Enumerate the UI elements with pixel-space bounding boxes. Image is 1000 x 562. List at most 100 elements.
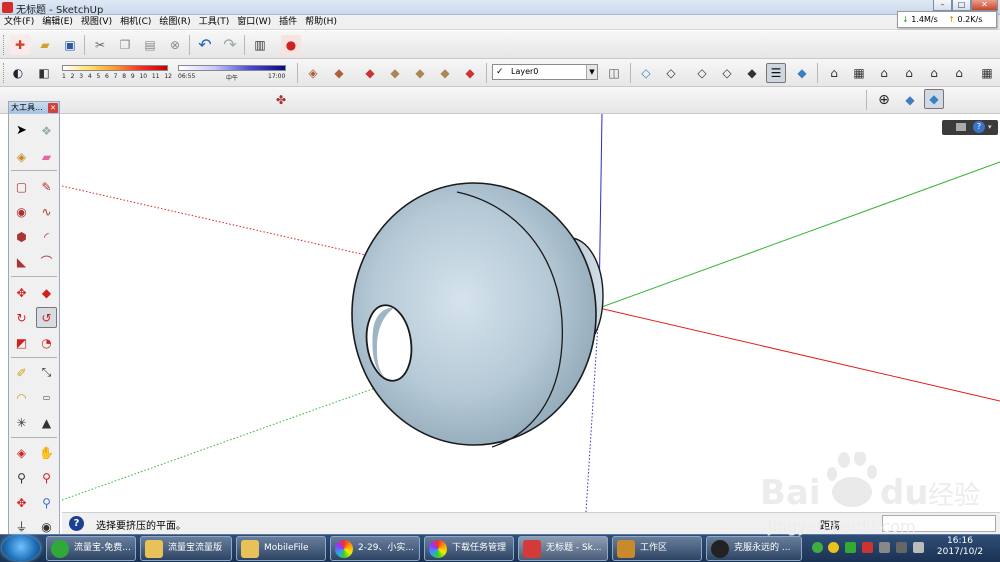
taskbar-item[interactable]: 2-29、小实... <box>330 536 420 561</box>
redo-icon[interactable]: ↷ <box>220 35 240 55</box>
print-icon[interactable]: ▥ <box>250 35 270 55</box>
menu-file[interactable]: 文件(F) <box>0 15 38 30</box>
menu-tools[interactable]: 工具(T) <box>195 15 234 30</box>
toolbar-grip[interactable] <box>3 35 6 55</box>
rectangle-tool-icon[interactable]: ▢ <box>11 176 32 197</box>
instructor-icon[interactable] <box>956 123 966 131</box>
xray-style-icon[interactable]: ◇ <box>636 63 656 83</box>
add-detail-icon[interactable]: ◆ <box>435 63 455 83</box>
menu-draw[interactable]: 绘图(R) <box>155 15 194 30</box>
help-icon[interactable]: ? <box>973 121 985 133</box>
text-tool-icon[interactable]: ▭ <box>36 387 57 408</box>
push-pull-tool-icon[interactable]: ◆ <box>36 282 57 303</box>
instructor-help-icon[interactable]: ? <box>69 516 84 531</box>
drape-icon[interactable]: ◆ <box>410 63 430 83</box>
shaded-textures-style-icon[interactable]: ☰ <box>766 63 786 83</box>
tray-network-icon[interactable] <box>879 542 890 553</box>
tray-shield-icon[interactable] <box>845 542 856 553</box>
offset-tool-icon[interactable]: ◔ <box>36 332 57 353</box>
axes-tool-icon[interactable]: ✳ <box>11 412 32 433</box>
start-button[interactable] <box>2 535 40 561</box>
new-file-icon[interactable]: ✚ <box>10 35 30 55</box>
circle-tool-icon[interactable]: ◉ <box>11 201 32 222</box>
walk-icon[interactable]: ◆ <box>900 90 920 110</box>
shadow-month-slider[interactable] <box>62 65 168 71</box>
right-view-icon[interactable]: ⌂ <box>899 63 919 83</box>
paste-icon[interactable]: ▤ <box>140 35 160 55</box>
minimize-button[interactable]: – <box>933 0 952 11</box>
freehand-tool-icon[interactable]: ∿ <box>36 201 57 222</box>
orbit-tool-icon[interactable]: ◈ <box>11 442 32 463</box>
zoom-extents-icon[interactable]: ✥ <box>11 492 32 513</box>
menu-edit[interactable]: 编辑(E) <box>38 15 77 30</box>
open-folder-icon[interactable]: ▰ <box>35 35 55 55</box>
zoom-tool-icon[interactable]: ⚲ <box>11 467 32 488</box>
follow-me-tool-icon[interactable]: ↺ <box>36 307 57 328</box>
bottom-view-icon[interactable]: ▦ <box>977 63 997 83</box>
two-point-arc-icon[interactable]: ⌒ <box>36 251 57 272</box>
tray-security-icon[interactable] <box>862 542 873 553</box>
taskbar-item[interactable]: 无标题 - Sk... <box>518 536 608 561</box>
hidden-line-style-icon[interactable]: ◇ <box>717 63 737 83</box>
taskbar-item[interactable]: MobileFile <box>236 536 326 561</box>
chevron-down-icon[interactable]: ▾ <box>988 123 992 131</box>
left-view-icon[interactable]: ⌂ <box>949 63 969 83</box>
save-icon[interactable]: ▣ <box>60 35 80 55</box>
wireframe-style-icon[interactable]: ◇ <box>692 63 712 83</box>
layer-dropdown[interactable]: ✓ Layer0 ▼ <box>492 64 598 80</box>
make-component-icon[interactable]: ❖ <box>36 120 57 141</box>
tray-signal-icon[interactable] <box>896 542 907 553</box>
line-tool-icon[interactable]: ✎ <box>36 176 57 197</box>
menu-view[interactable]: 视图(V) <box>77 15 116 30</box>
shadow-time-slider[interactable] <box>178 65 286 71</box>
toolbar-grip[interactable] <box>3 63 6 83</box>
copy-icon[interactable]: ❐ <box>115 35 135 55</box>
smoove-icon[interactable]: ◆ <box>360 63 380 83</box>
sandbox-grid-icon[interactable]: ◆ <box>329 63 349 83</box>
undo-icon[interactable]: ↶ <box>195 35 215 55</box>
pie-tool-icon[interactable]: ◣ <box>11 251 32 272</box>
tray-volume-icon[interactable] <box>913 542 924 553</box>
taskbar-item[interactable]: 流量宝流量版 <box>140 536 232 561</box>
paint-bucket-icon[interactable]: ◈ <box>11 146 32 167</box>
menu-help[interactable]: 帮助(H) <box>301 15 341 30</box>
look-around-icon[interactable]: ◆ <box>924 89 944 109</box>
polygon-tool-icon[interactable]: ⬢ <box>11 226 32 247</box>
tray-qq-icon[interactable] <box>828 542 839 553</box>
stamp-icon[interactable]: ◆ <box>385 63 405 83</box>
rotate-tool-icon[interactable]: ↻ <box>11 307 32 328</box>
back-edges-style-icon[interactable]: ◇ <box>661 63 681 83</box>
cut-icon[interactable]: ✂ <box>90 35 110 55</box>
flip-edge-icon[interactable]: ◆ <box>460 63 480 83</box>
close-icon[interactable]: ✕ <box>48 103 58 113</box>
3d-text-icon[interactable]: ▲ <box>36 412 57 433</box>
follow-me-icon[interactable]: ✤ <box>271 90 291 110</box>
monochrome-style-icon[interactable]: ◆ <box>792 63 812 83</box>
shadow-settings-icon[interactable]: ◧ <box>34 63 54 83</box>
pan-tool-icon[interactable]: ✋ <box>36 442 57 463</box>
model-info-icon[interactable]: ● <box>281 35 301 55</box>
maximize-button[interactable]: □ <box>952 0 971 11</box>
menu-camera[interactable]: 相机(C) <box>116 15 155 30</box>
front-view-icon[interactable]: ⌂ <box>874 63 894 83</box>
eraser-icon[interactable]: ▰ <box>36 146 57 167</box>
menu-plugins[interactable]: 插件 <box>275 15 301 30</box>
iso-view-icon[interactable]: ⌂ <box>824 63 844 83</box>
tray-app-icon[interactable] <box>812 542 823 553</box>
move-tool-icon[interactable]: ✥ <box>11 282 32 303</box>
previous-view-icon[interactable]: ⚲ <box>36 492 57 513</box>
top-view-icon[interactable]: ▦ <box>849 63 869 83</box>
position-camera-icon[interactable]: ⊕ <box>874 90 894 110</box>
dimension-tool-icon[interactable]: ⤡ <box>36 362 57 383</box>
back-view-icon[interactable]: ⌂ <box>924 63 944 83</box>
chevron-down-icon[interactable]: ▼ <box>586 65 597 79</box>
taskbar-item[interactable]: 下载任务管理 <box>424 536 514 561</box>
menu-window[interactable]: 窗口(W) <box>233 15 275 30</box>
tape-measure-icon[interactable]: ✐ <box>11 362 32 383</box>
scale-tool-icon[interactable]: ◩ <box>11 332 32 353</box>
select-tool-icon[interactable]: ➤ <box>11 120 32 141</box>
taskbar-item[interactable]: 流量宝-免费... <box>46 536 136 561</box>
arc-tool-icon[interactable]: ◜ <box>36 226 57 247</box>
layer-manager-icon[interactable]: ◫ <box>604 63 624 83</box>
shaded-style-icon[interactable]: ◆ <box>742 63 762 83</box>
